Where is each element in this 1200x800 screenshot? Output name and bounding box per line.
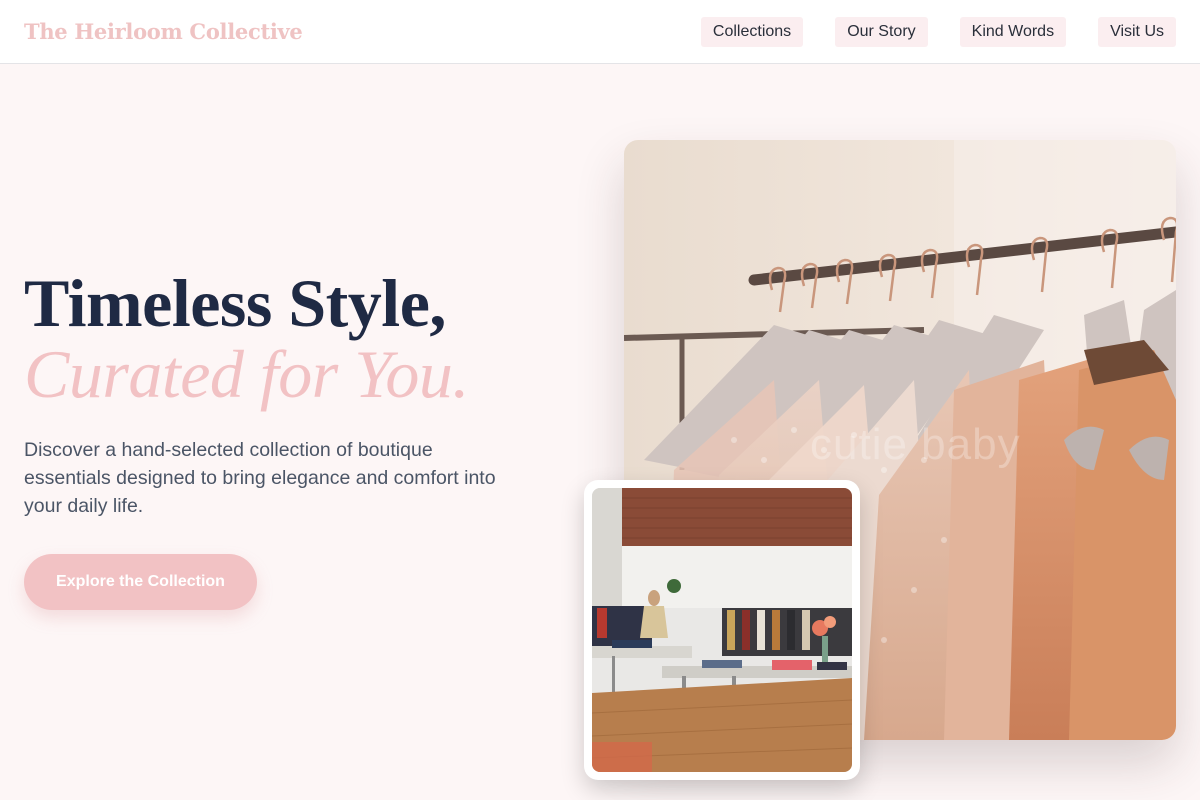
brand-logo[interactable]: The Heirloom Collective xyxy=(24,19,303,44)
nav-link-visit-us[interactable]: Visit Us xyxy=(1098,16,1176,47)
inset-photo-frame xyxy=(592,488,852,772)
nav-link-kind-words[interactable]: Kind Words xyxy=(959,16,1067,47)
photo-watermark: cutie baby xyxy=(810,420,1021,469)
explore-collection-button[interactable]: Explore the Collection xyxy=(24,554,257,610)
hero-headline-accent: Curated for You. xyxy=(24,336,469,412)
hero-inset-photo xyxy=(584,480,860,780)
main-nav: Collections Our Story Kind Words Visit U… xyxy=(700,16,1176,47)
site-header: The Heirloom Collective Collections Our … xyxy=(0,0,1200,64)
hero-description: Discover a hand-selected collection of b… xyxy=(24,439,496,517)
hero-text: Timeless Style, Curated for You. Discove… xyxy=(24,266,544,520)
nav-link-collections[interactable]: Collections xyxy=(700,16,804,47)
hero-headline: Timeless Style, xyxy=(24,265,446,341)
boutique-interior-image xyxy=(592,488,852,772)
nav-link-our-story[interactable]: Our Story xyxy=(835,16,928,47)
